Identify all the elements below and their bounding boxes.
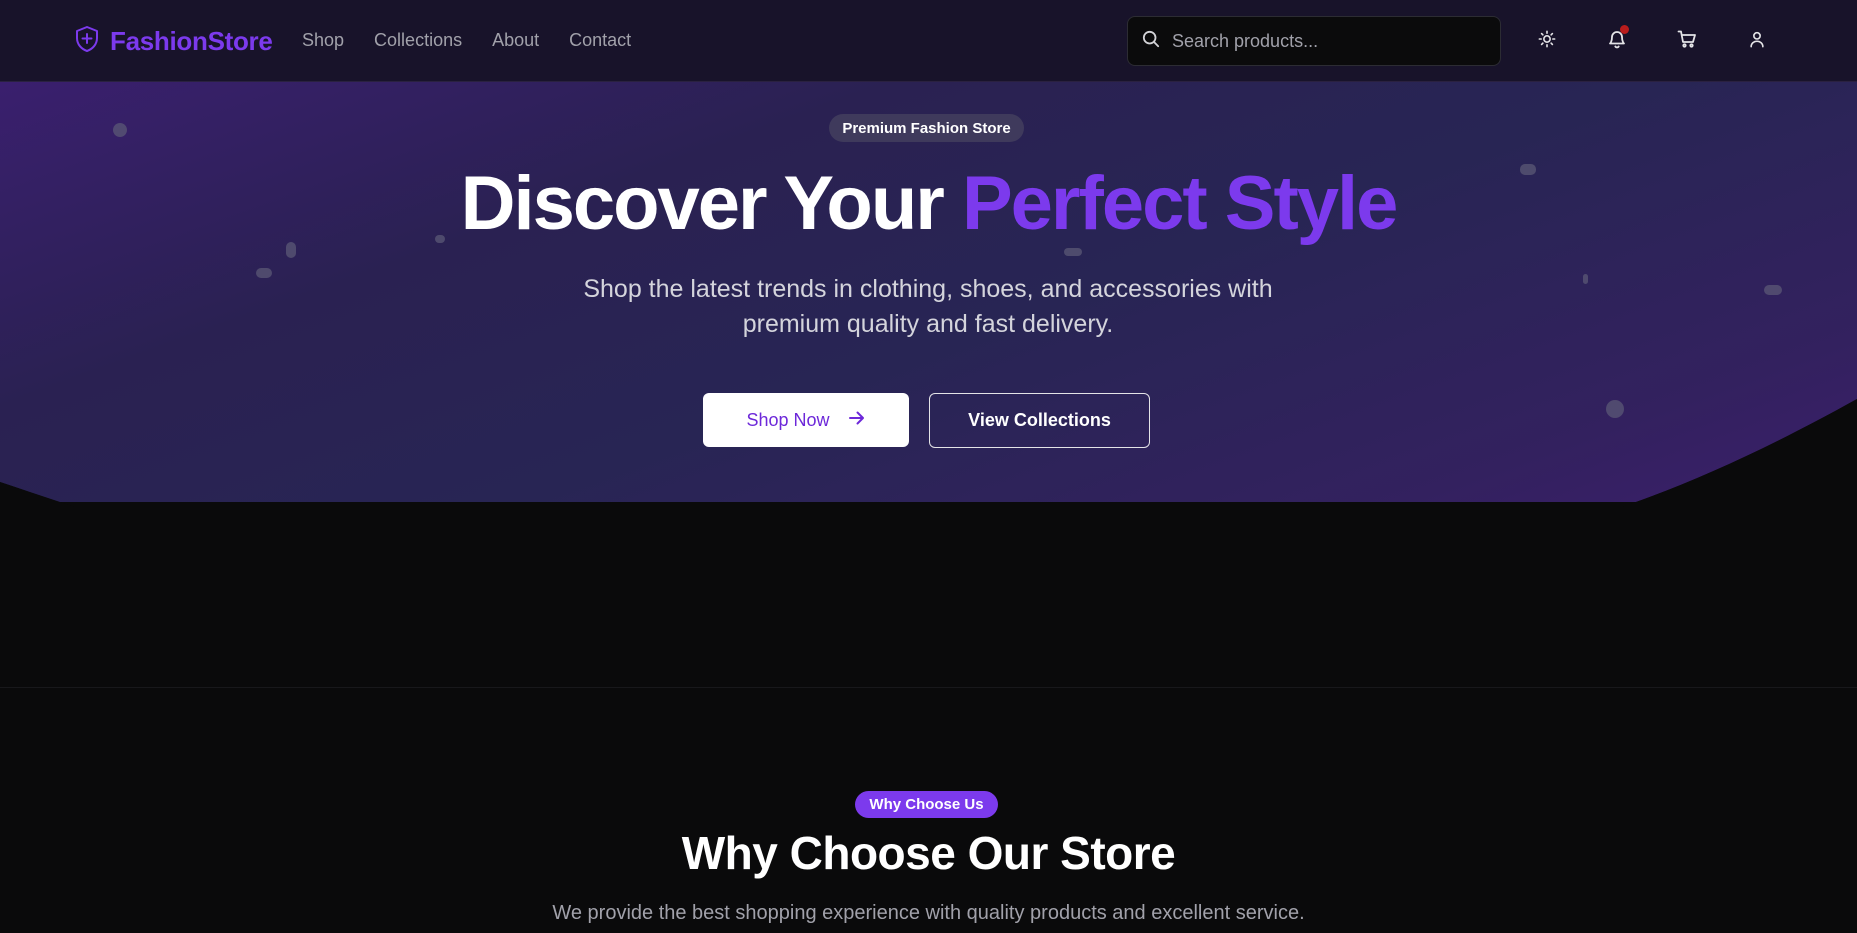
hero-badge: Premium Fashion Store <box>829 114 1024 142</box>
navbar: FashionStore Shop Collections About Cont… <box>0 0 1857 82</box>
hero-wave-overlay <box>0 399 1857 507</box>
nav-link-collections[interactable]: Collections <box>374 30 462 51</box>
brand-name: FashionStore <box>110 25 273 56</box>
decorative-dot <box>1583 274 1588 284</box>
main-nav: Shop Collections About Contact <box>302 30 631 51</box>
cart-icon <box>1677 29 1697 54</box>
search-input[interactable] <box>1170 29 1474 53</box>
shield-plus-icon <box>74 25 100 58</box>
sun-icon <box>1538 30 1556 53</box>
notification-badge <box>1620 25 1629 34</box>
hero-subtitle: Shop the latest trends in clothing, shoe… <box>528 272 1328 342</box>
decorative-dot <box>1064 248 1082 256</box>
account-button[interactable] <box>1739 23 1775 59</box>
hero-subtitle-line-2: premium quality and fast delivery. <box>742 310 1114 338</box>
why-subtitle: We provide the best shopping experience … <box>552 902 1305 924</box>
user-icon <box>1748 30 1766 53</box>
search-box <box>1127 16 1501 66</box>
brand-logo[interactable]: FashionStore <box>74 24 273 58</box>
decorative-dot <box>256 268 272 278</box>
hero-subtitle-line-1: Shop the latest trends in clothing, shoe… <box>583 275 1273 303</box>
decorative-dot <box>113 123 127 137</box>
decorative-dot <box>1764 285 1782 295</box>
section-divider <box>0 687 1857 688</box>
theme-toggle-button[interactable] <box>1529 23 1565 59</box>
search-icon <box>1142 30 1160 53</box>
why-title: Why Choose Our Store <box>681 827 1176 879</box>
cart-button[interactable] <box>1669 23 1705 59</box>
notifications-button[interactable] <box>1599 23 1635 59</box>
hero-title-main: Discover Your <box>460 161 962 246</box>
hero-title-accent: Perfect Style <box>961 161 1398 246</box>
hero-title: Discover Your Perfect Style <box>0 160 1857 247</box>
why-badge: Why Choose Us <box>855 791 998 818</box>
nav-link-about[interactable]: About <box>492 30 539 51</box>
nav-link-contact[interactable]: Contact <box>569 30 631 51</box>
nav-link-shop[interactable]: Shop <box>302 30 344 51</box>
